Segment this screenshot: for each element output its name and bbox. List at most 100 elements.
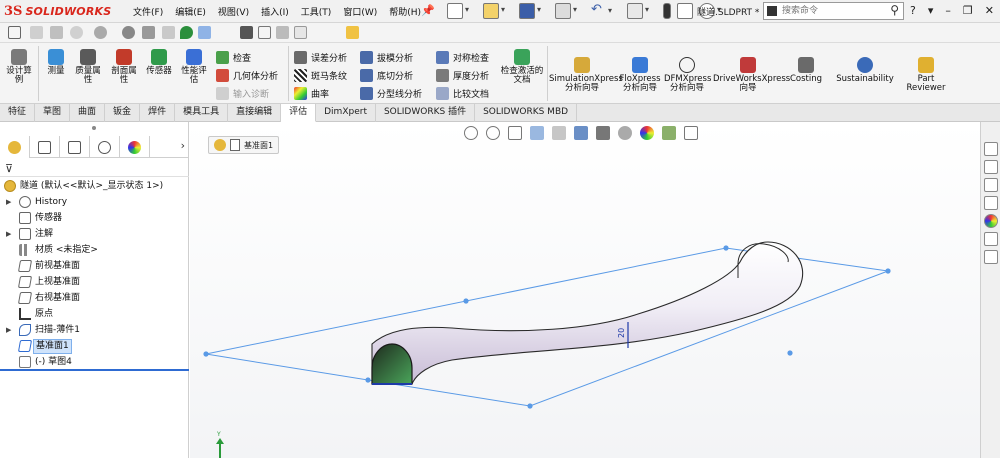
plane-handle[interactable] xyxy=(723,245,729,251)
tab-feature-manager[interactable] xyxy=(0,136,30,158)
chart-bars-icon[interactable] xyxy=(198,26,211,39)
view-palette-icon[interactable] xyxy=(984,196,998,210)
chevron-right-icon[interactable]: › xyxy=(181,139,185,152)
display-icon[interactable] xyxy=(30,26,43,39)
model-scene[interactable]: 20 Y xyxy=(190,122,980,458)
tab-configuration-manager[interactable] xyxy=(60,136,90,158)
tab-direct-editing[interactable]: 直接编辑 xyxy=(228,104,282,122)
traffic-light-icon[interactable] xyxy=(663,3,671,19)
select-arrow-icon[interactable] xyxy=(627,3,649,19)
driveworksxpress-button[interactable]: DriveWorksXpress 向导 xyxy=(713,57,790,93)
tab-dimxpert-manager[interactable] xyxy=(90,136,120,158)
print-icon[interactable] xyxy=(555,3,577,19)
menu-window[interactable]: 窗口(W) xyxy=(343,5,377,18)
pin-menu-icon[interactable]: 📌 xyxy=(421,4,435,17)
menu-help[interactable]: 帮助(H) xyxy=(389,5,421,18)
tree-item-origin[interactable]: 原点 xyxy=(0,306,189,322)
geometry-analysis-button[interactable]: 几何体分析 xyxy=(216,67,278,83)
tree-rollback-bar[interactable] xyxy=(0,369,189,371)
report-icon[interactable] xyxy=(346,26,359,39)
photo-icon[interactable] xyxy=(70,26,83,39)
plane-handle[interactable] xyxy=(885,268,891,274)
custom-properties-icon[interactable] xyxy=(984,232,998,246)
tab-sheet-metal[interactable]: 钣金 xyxy=(105,104,141,122)
tree-item-sketch4[interactable]: (-) 草图4 xyxy=(0,354,189,370)
design-study-button[interactable]: 设计算例 xyxy=(3,49,35,85)
tree-item-right-plane[interactable]: 右视基准面 xyxy=(0,290,189,306)
graphics-area[interactable]: 基准面1 20 Y xyxy=(190,122,980,458)
plane-handle[interactable] xyxy=(463,298,469,304)
tree-item-sweep-thin[interactable]: ▶ 扫描-薄件1 xyxy=(0,322,189,338)
mass-properties-button[interactable]: 质量属性 xyxy=(72,49,104,85)
tree-icon[interactable] xyxy=(258,26,271,39)
tree-item-sensors[interactable]: 传感器 xyxy=(0,210,189,226)
expand-arrow-icon[interactable]: ▶ xyxy=(6,194,11,210)
menu-edit[interactable]: 编辑(E) xyxy=(175,5,206,18)
undo-icon[interactable]: ↶ xyxy=(591,3,612,19)
plane-handle[interactable] xyxy=(365,377,371,383)
file-explorer-icon[interactable] xyxy=(984,178,998,192)
plane-handle[interactable] xyxy=(203,351,209,357)
tree-filter[interactable]: ⊽ xyxy=(0,159,189,177)
menu-insert[interactable]: 插入(I) xyxy=(261,5,289,18)
performance-evaluation-button[interactable]: 性能评估 xyxy=(178,49,210,85)
tree-item-history[interactable]: ▶ History xyxy=(0,194,189,210)
tab-solidworks-addins[interactable]: SOLIDWORKS 插件 xyxy=(376,104,476,122)
menu-tools[interactable]: 工具(T) xyxy=(301,5,332,18)
expand-arrow-icon[interactable]: ▶ xyxy=(6,226,11,242)
filter-icon[interactable]: ⊽ xyxy=(5,162,13,175)
tab-display-manager[interactable] xyxy=(120,136,150,158)
check-button[interactable]: 检查 xyxy=(216,49,251,65)
search-scope-icon[interactable] xyxy=(767,6,777,16)
search-input[interactable] xyxy=(782,4,882,18)
tab-property-manager[interactable] xyxy=(30,136,60,158)
tab-mold-tools[interactable]: 模具工具 xyxy=(175,104,229,122)
plane-handle[interactable] xyxy=(787,350,793,356)
tab-features[interactable]: 特征 xyxy=(0,104,36,122)
zebra-stripes-button[interactable]: 斑马条纹 xyxy=(294,67,347,83)
render-icon[interactable] xyxy=(50,26,63,39)
costing-button[interactable]: Costing xyxy=(786,57,826,84)
symmetry-check-button[interactable]: 对称检查 xyxy=(436,49,489,65)
restore-button[interactable]: ❐ xyxy=(963,4,973,17)
close-button[interactable]: ✕ xyxy=(985,4,994,17)
search-box[interactable]: ⚲ xyxy=(763,2,904,20)
material-icon[interactable] xyxy=(142,26,155,39)
minimize-button[interactable]: – xyxy=(945,4,951,17)
options-list-icon[interactable] xyxy=(677,3,693,19)
section-properties-button[interactable]: 剖面属性 xyxy=(108,49,140,85)
tab-weldments[interactable]: 焊件 xyxy=(140,104,176,122)
dimension-value[interactable]: 20 xyxy=(617,328,626,338)
sustainability-button[interactable]: Sustainability xyxy=(834,57,896,84)
tree-item-material[interactable]: 材质 <未指定> xyxy=(0,242,189,258)
tab-sketch[interactable]: 草图 xyxy=(35,104,71,122)
layers-icon[interactable] xyxy=(276,26,289,39)
menu-file[interactable]: 文件(F) xyxy=(133,5,163,18)
expand-arrow-icon[interactable]: ▶ xyxy=(6,322,11,338)
tab-evaluate[interactable]: 评估 xyxy=(281,104,317,122)
deviation-analysis-button[interactable]: 误差分析 xyxy=(294,49,347,65)
tab-dimxpert[interactable]: DimXpert xyxy=(316,104,376,122)
tree-item-top-plane[interactable]: 上视基准面 xyxy=(0,274,189,290)
floxpress-button[interactable]: FloXpress 分析向导 xyxy=(618,57,662,93)
curvature-button[interactable]: 曲率 xyxy=(294,85,329,101)
sphere-icon[interactable] xyxy=(94,26,107,39)
panel-grip-handle[interactable] xyxy=(92,126,96,130)
undercut-analysis-button[interactable]: 底切分析 xyxy=(360,67,413,83)
dfmxpress-button[interactable]: DFMXpress 分析向导 xyxy=(664,57,711,93)
help-icon[interactable]: ? xyxy=(910,4,916,17)
menu-view[interactable]: 视图(V) xyxy=(218,5,249,18)
new-document-icon[interactable] xyxy=(447,3,469,19)
sketch-tools-icon[interactable] xyxy=(8,26,21,39)
open-folder-icon[interactable] xyxy=(483,3,505,19)
compare-documents-button[interactable]: 比较文档 xyxy=(436,85,489,101)
part-reviewer-button[interactable]: Part Reviewer xyxy=(904,57,948,93)
save-icon[interactable] xyxy=(519,3,541,19)
tree-item-annotations[interactable]: ▶ 注解 xyxy=(0,226,189,242)
solidworks-logo[interactable]: 3S SOLIDWORKS xyxy=(4,3,111,20)
tree-root[interactable]: 隧道 (默认<<默认>_显示状态 1>) xyxy=(0,178,189,194)
appearance-icon[interactable] xyxy=(162,26,175,39)
plane-handle[interactable] xyxy=(527,403,533,409)
parting-line-analysis-button[interactable]: 分型线分析 xyxy=(360,85,422,101)
measure-button[interactable]: 测量 xyxy=(42,49,70,76)
